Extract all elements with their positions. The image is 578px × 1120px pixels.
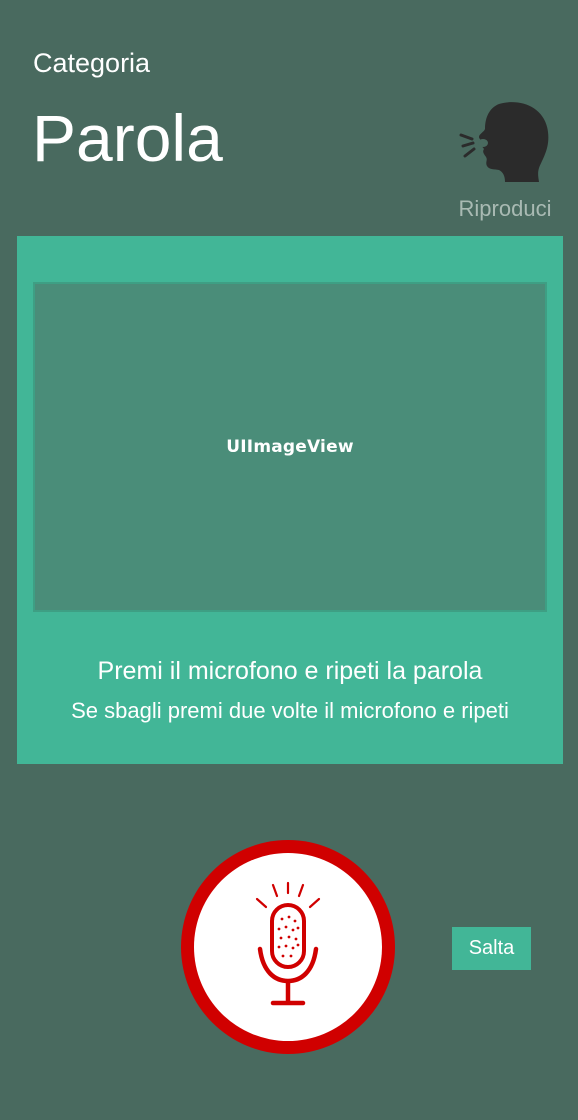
category-label: Categoria [33,48,151,78]
image-placeholder-label: UIImageView [226,437,354,457]
microphone-button-face [194,853,382,1041]
skip-button[interactable]: Salta [452,927,531,970]
exercise-card: UIImageView Premi il microfono e ripeti … [17,236,563,764]
speaking-head-icon [459,102,549,182]
microphone-icon [255,881,321,1006]
instruction-secondary: Se sbagli premi due volte il microfono e… [71,698,509,723]
word-title: Parola [32,101,223,175]
microphone-button[interactable] [181,840,395,1054]
play-audio-label: Riproduci [458,196,552,221]
instruction-primary: Premi il microfono e ripeti la parola [97,657,483,685]
word-image: UIImageView [33,282,547,612]
play-audio-button[interactable] [455,98,551,182]
